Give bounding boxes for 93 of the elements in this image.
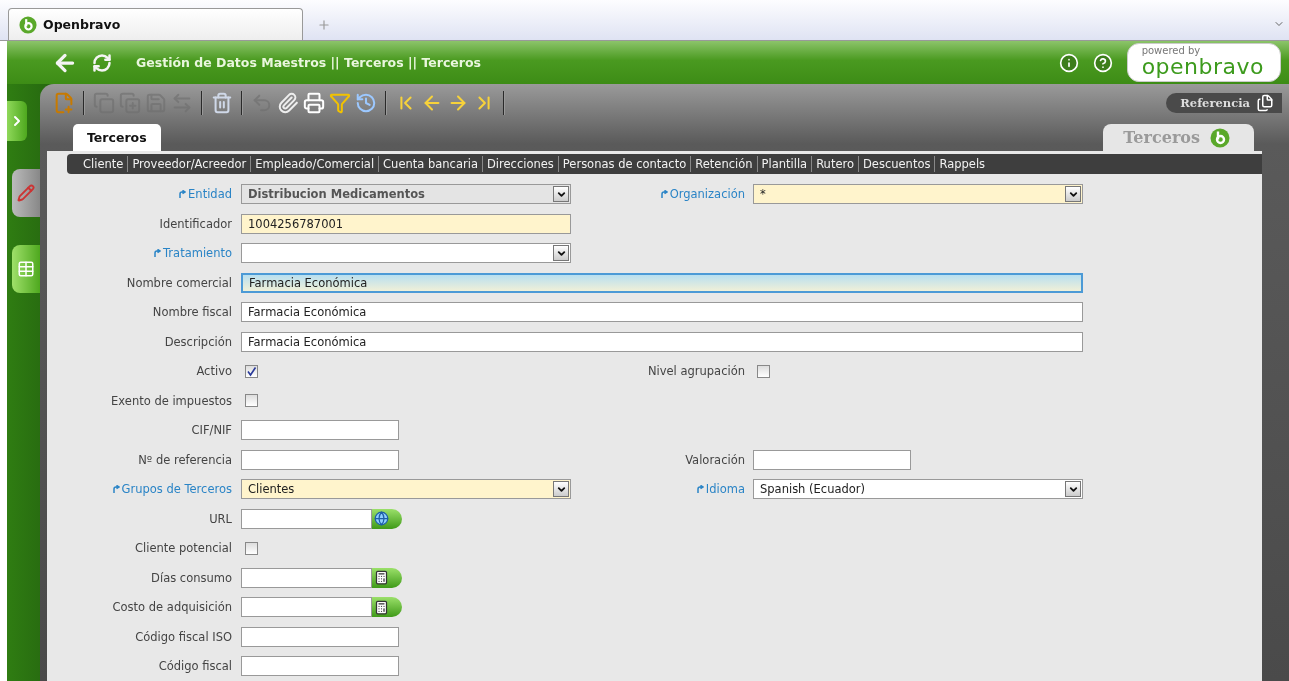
- pencil-icon: [17, 184, 35, 202]
- field-label: Descripción: [164, 334, 233, 349]
- browser-tab[interactable]: Openbravo: [8, 8, 303, 40]
- field-label: Días consumo: [151, 570, 233, 585]
- help-icon[interactable]: [1092, 52, 1113, 73]
- subtab[interactable]: Plantilla: [756, 155, 812, 172]
- tab-title: Openbravo: [43, 17, 121, 32]
- field-label: URL: [209, 511, 233, 526]
- openbravo-logo-icon: [1210, 127, 1230, 148]
- select-field[interactable]: Spanish (Ecuador): [753, 479, 1083, 500]
- field-label: Valoración: [685, 452, 746, 467]
- subtab[interactable]: Empleado/Comercial: [250, 155, 379, 172]
- link-arrow-icon: [112, 485, 120, 494]
- trash-icon[interactable]: [211, 91, 233, 114]
- input-field[interactable]: [241, 449, 399, 470]
- subtab[interactable]: Cuenta bancaria: [378, 155, 482, 172]
- logo-caption: powered by: [1141, 46, 1202, 56]
- checkbox[interactable]: [245, 364, 258, 378]
- dropdown-button[interactable]: [1065, 481, 1081, 498]
- field-label: Nombre fiscal: [152, 305, 233, 320]
- checkbox[interactable]: [757, 364, 770, 378]
- grid-icon: [17, 260, 35, 278]
- refresh-icon[interactable]: [92, 52, 112, 73]
- field-label: Activo: [196, 364, 233, 379]
- link-arrow-icon: [696, 485, 704, 494]
- checkbox[interactable]: [245, 394, 258, 408]
- dropdown-button[interactable]: [553, 481, 569, 498]
- info-icon[interactable]: [1058, 52, 1079, 73]
- input-field[interactable]: [241, 567, 372, 588]
- field-label: Cliente potencial: [135, 541, 233, 556]
- subtab[interactable]: Personas de contacto: [557, 155, 691, 172]
- input-field[interactable]: Farmacia Económica: [241, 272, 1083, 293]
- input-field[interactable]: Farmacia Económica: [241, 331, 1083, 352]
- openbravo-logo-icon: [19, 15, 37, 34]
- link-arrow-icon: [660, 190, 668, 199]
- input-field[interactable]: [753, 449, 911, 470]
- grid-view-tab[interactable]: [12, 245, 40, 293]
- reference-button[interactable]: Referencia: [1166, 92, 1282, 113]
- input-field[interactable]: 1004256787001: [241, 213, 571, 234]
- input-field[interactable]: Farmacia Económica: [241, 302, 1083, 323]
- logo-text: openbravo: [1141, 56, 1264, 78]
- subtab[interactable]: Direcciones: [481, 155, 558, 172]
- input-field[interactable]: [241, 597, 372, 618]
- dropdown-button[interactable]: [1065, 186, 1081, 203]
- select-value: Spanish (Ecuador): [760, 482, 866, 497]
- breadcrumb: Gestión de Datos Maestros || Terceros || Terceros: [136, 55, 482, 70]
- new-tab-icon[interactable]: [317, 18, 331, 32]
- calculator-button[interactable]: [372, 597, 402, 618]
- field-label: Nº de referencia: [138, 452, 233, 467]
- subtab[interactable]: Proveedor/Acreedor: [127, 155, 251, 172]
- select-value: Distribucion Medicamentos: [248, 187, 425, 202]
- window-title: Terceros: [1123, 128, 1200, 147]
- checkbox[interactable]: [245, 541, 258, 555]
- select-value: *: [760, 187, 766, 202]
- field-label: Identificador: [159, 216, 233, 231]
- field-label: CIF/NIF: [191, 423, 233, 438]
- field-label: Código fiscal ISO: [135, 629, 233, 644]
- tab[interactable]: Terceros: [73, 124, 161, 151]
- select-field[interactable]: [241, 243, 571, 264]
- history-icon[interactable]: [355, 91, 377, 114]
- calculator-icon: [374, 599, 389, 615]
- field-label: Nivel agrupación: [647, 364, 746, 379]
- dropdown-button[interactable]: [553, 186, 569, 203]
- link-arrow-icon: [154, 249, 161, 258]
- calculator-button[interactable]: [372, 567, 402, 588]
- printer-icon[interactable]: [303, 91, 325, 114]
- input-field[interactable]: [241, 420, 399, 441]
- field-label: Nombre comercial: [126, 275, 233, 290]
- input-field[interactable]: [241, 656, 399, 677]
- subtab[interactable]: Cliente: [79, 155, 128, 172]
- subtab[interactable]: Retención: [690, 155, 757, 172]
- globe-button[interactable]: [372, 508, 402, 529]
- field-label: Costo de adquisición: [112, 600, 233, 615]
- subtab[interactable]: Descuentos: [858, 155, 935, 172]
- field-label: Exento de impuestos: [111, 393, 233, 408]
- select-value: Clientes: [248, 482, 295, 497]
- input-field[interactable]: [241, 626, 399, 647]
- paperclip-icon[interactable]: [277, 91, 299, 114]
- globe-icon: [374, 511, 389, 527]
- calculator-icon: [374, 570, 389, 586]
- subtab[interactable]: Rappels: [934, 155, 990, 172]
- form-view-tab[interactable]: [12, 169, 40, 217]
- select-field[interactable]: *: [753, 184, 1083, 205]
- filter-icon[interactable]: [329, 91, 351, 114]
- subtab[interactable]: Rutero: [811, 155, 858, 172]
- input-field[interactable]: [241, 508, 372, 529]
- dropdown-button[interactable]: [553, 245, 569, 262]
- select-field[interactable]: Clientes: [241, 479, 571, 500]
- link-arrow-icon: [179, 190, 187, 199]
- select-field[interactable]: Distribucion Medicamentos: [241, 184, 571, 205]
- expand-button[interactable]: [7, 101, 27, 141]
- documents-icon: [1256, 93, 1274, 112]
- field-label: Código fiscal: [158, 659, 233, 674]
